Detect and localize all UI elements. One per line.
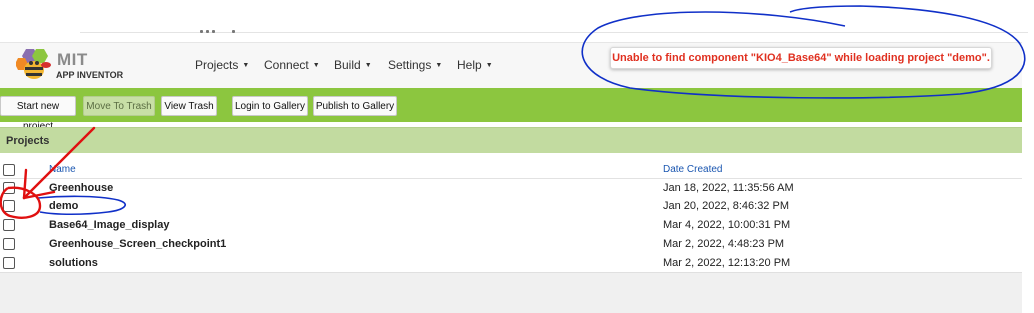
right-gutter <box>1022 42 1034 312</box>
project-date: Jan 18, 2022, 11:35:56 AM <box>663 182 794 194</box>
bottom-area <box>0 272 1022 313</box>
menu-projects[interactable]: Projects ▼ <box>195 58 249 72</box>
project-date: Mar 2, 2022, 4:48:23 PM <box>663 238 785 250</box>
error-message-text: Unable to find component "KIO4_Base64" w… <box>612 52 990 64</box>
dot <box>206 30 209 33</box>
menu-build-label: Build <box>334 58 361 72</box>
project-date: Mar 2, 2022, 12:13:20 PM <box>663 257 791 269</box>
row-checkbox[interactable] <box>3 238 15 250</box>
app-inventor-bee-icon <box>16 49 51 79</box>
row-checkbox[interactable] <box>3 257 15 269</box>
column-header-date-created[interactable]: Date Created <box>663 164 722 175</box>
project-name[interactable]: demo <box>49 200 78 212</box>
dot <box>200 30 203 33</box>
menu-connect[interactable]: Connect ▼ <box>264 58 320 72</box>
row-checkbox[interactable] <box>3 200 15 212</box>
dot <box>232 30 235 33</box>
move-to-trash-button[interactable]: Move To Trash <box>83 96 155 116</box>
header-divider <box>0 178 1022 179</box>
chevron-down-icon: ▼ <box>364 62 372 70</box>
logo-app-inventor-text: APP INVENTOR <box>56 70 124 80</box>
chevron-down-icon: ▼ <box>435 62 443 70</box>
project-name[interactable]: solutions <box>49 257 98 269</box>
menu-connect-label: Connect <box>264 58 309 72</box>
row-checkbox[interactable] <box>3 219 15 231</box>
error-message-box: Unable to find component "KIO4_Base64" w… <box>610 47 992 69</box>
logo-mit-text: MIT <box>57 50 88 69</box>
login-to-gallery-button[interactable]: Login to Gallery <box>232 96 308 116</box>
top-field <box>80 0 1028 33</box>
projects-panel-title: Projects <box>6 135 50 147</box>
project-toolbar: Start new project Move To Trash View Tra… <box>0 88 1022 132</box>
app-logo[interactable]: MIT APP INVENTOR <box>16 48 126 84</box>
projects-list <box>0 153 1022 271</box>
projects-panel-header: Projects <box>0 127 1022 154</box>
project-date: Mar 4, 2022, 10:00:31 PM <box>663 219 791 231</box>
select-all-checkbox[interactable] <box>3 164 15 176</box>
menu-help-label: Help <box>457 58 482 72</box>
project-name[interactable]: Greenhouse_Screen_checkpoint1 <box>49 238 226 250</box>
chevron-down-icon: ▼ <box>485 62 493 70</box>
menu-help[interactable]: Help ▼ <box>457 58 493 72</box>
chevron-down-icon: ▼ <box>312 62 320 70</box>
menu-projects-label: Projects <box>195 58 239 72</box>
view-trash-button[interactable]: View Trash <box>161 96 217 116</box>
publish-to-gallery-button[interactable]: Publish to Gallery <box>313 96 397 116</box>
start-new-project-button[interactable]: Start new project <box>0 96 76 132</box>
project-name[interactable]: Greenhouse <box>49 182 113 194</box>
menu-build[interactable]: Build ▼ <box>334 58 372 72</box>
top-strip <box>0 0 1034 42</box>
chevron-down-icon: ▼ <box>242 62 250 70</box>
project-date: Jan 20, 2022, 8:46:32 PM <box>663 200 789 212</box>
menu-settings-label: Settings <box>388 58 432 72</box>
menu-settings[interactable]: Settings ▼ <box>388 58 442 72</box>
dot <box>212 30 215 33</box>
column-header-name[interactable]: Name <box>49 164 76 175</box>
project-name[interactable]: Base64_Image_display <box>49 219 169 231</box>
row-checkbox[interactable] <box>3 182 15 194</box>
